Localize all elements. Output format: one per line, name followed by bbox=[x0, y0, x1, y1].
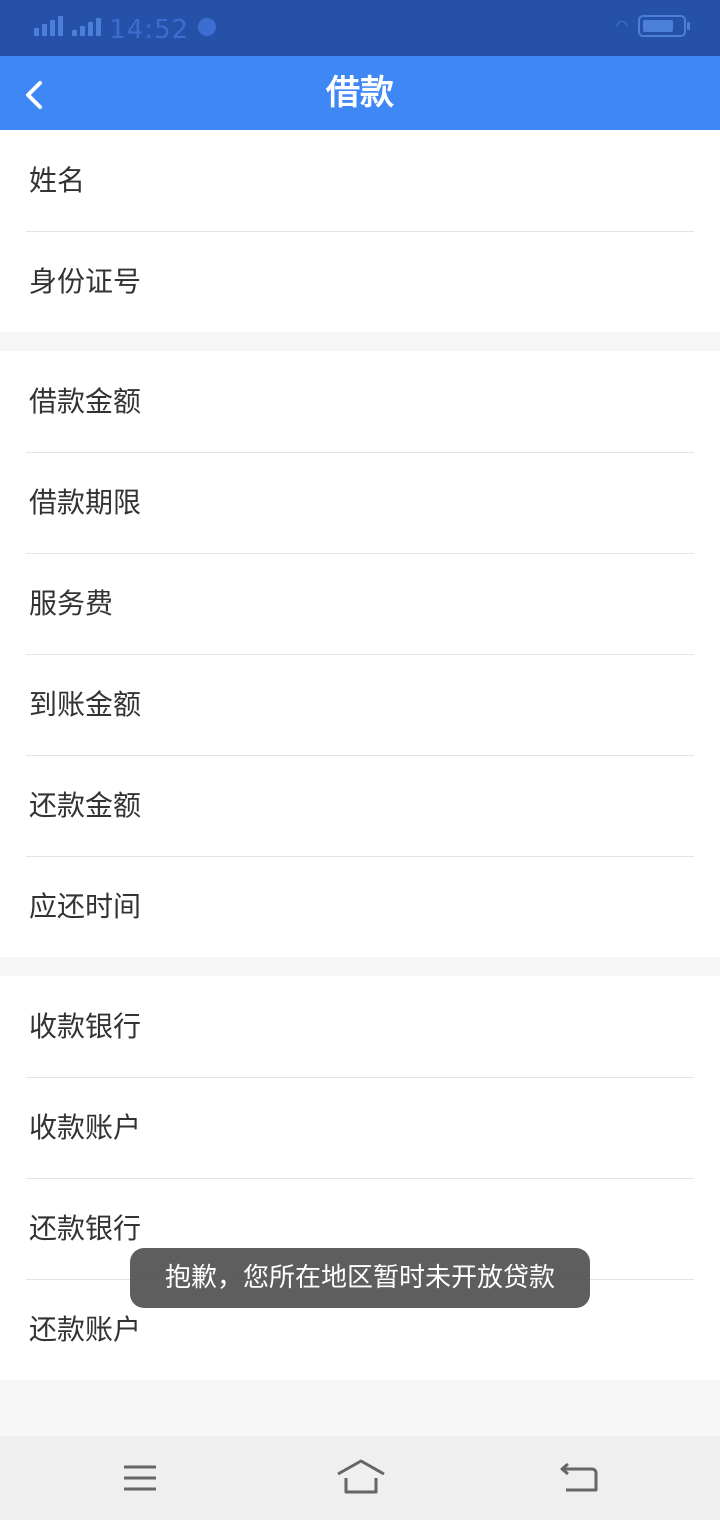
loan-info-group: 借款金额 借款期限 服务费 到账金额 还款金额 应还时间 bbox=[0, 351, 720, 957]
home-icon bbox=[337, 1459, 385, 1494]
status-time: 14:52 bbox=[109, 15, 190, 45]
menu-icon bbox=[124, 1465, 156, 1491]
row-receive-account[interactable]: 收款账户 bbox=[0, 1077, 720, 1178]
row-repay-amount[interactable]: 还款金额 bbox=[0, 755, 720, 856]
bank-info-group: 收款银行 收款账户 还款银行 还款账户 bbox=[0, 976, 720, 1380]
row-name[interactable]: 姓名 bbox=[0, 130, 720, 231]
back-nav-button[interactable] bbox=[558, 1456, 602, 1500]
status-bar: 14:52 ◠ bbox=[0, 0, 720, 56]
battery-icon bbox=[638, 15, 690, 37]
status-left: 14:52 bbox=[34, 14, 217, 45]
page-title: 借款 bbox=[326, 73, 394, 113]
menu-button[interactable] bbox=[118, 1456, 162, 1500]
row-loan-term[interactable]: 借款期限 bbox=[0, 452, 720, 553]
home-button[interactable] bbox=[336, 1456, 386, 1500]
toast-message: 抱歉，您所在地区暂时未开放贷款 bbox=[130, 1248, 590, 1308]
row-service-fee[interactable]: 服务费 bbox=[0, 553, 720, 654]
row-received-amount[interactable]: 到账金额 bbox=[0, 654, 720, 755]
row-loan-amount[interactable]: 借款金额 bbox=[0, 351, 720, 452]
row-id-number[interactable]: 身份证号 bbox=[0, 231, 720, 332]
personal-info-group: 姓名 身份证号 bbox=[0, 130, 720, 332]
wifi-icon: ◠ bbox=[615, 18, 628, 34]
notification-dot-icon bbox=[198, 18, 217, 36]
row-receive-bank[interactable]: 收款银行 bbox=[0, 976, 720, 1077]
row-due-time[interactable]: 应还时间 bbox=[0, 856, 720, 957]
status-right: ◠ bbox=[615, 15, 690, 37]
app-bar: 借款 bbox=[0, 56, 720, 130]
back-icon bbox=[560, 1462, 598, 1492]
signal-icon bbox=[34, 14, 101, 38]
system-nav-bar bbox=[0, 1436, 720, 1520]
